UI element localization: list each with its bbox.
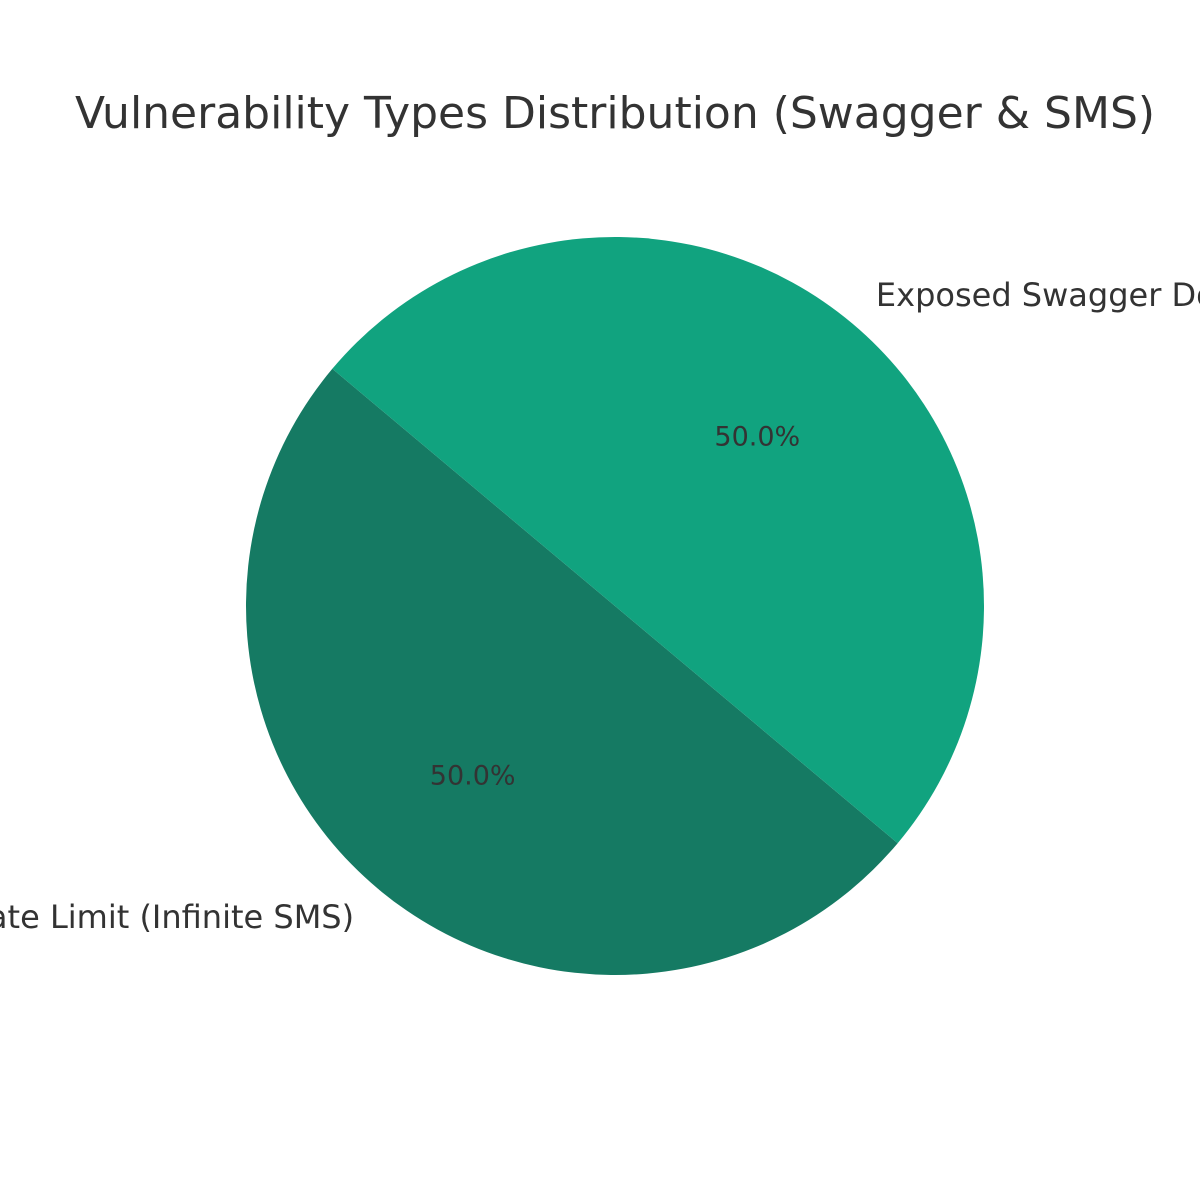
pie-label-exposed-swagger-documentation: Exposed Swagger Documentation — [876, 276, 1200, 314]
pie-slices — [245, 237, 984, 975]
pie-pct-no-rate-limit-infinite-sms: 50.0% — [430, 761, 516, 792]
pie-pct-exposed-swagger-documentation: 50.0% — [714, 421, 800, 452]
pie-chart: Vulnerability Types Distribution (Swagge… — [0, 88, 1200, 975]
pie-label-no-rate-limit-infinite-sms: No Rate Limit (Infinite SMS) — [0, 898, 354, 936]
chart-title: Vulnerability Types Distribution (Swagge… — [75, 88, 1155, 139]
